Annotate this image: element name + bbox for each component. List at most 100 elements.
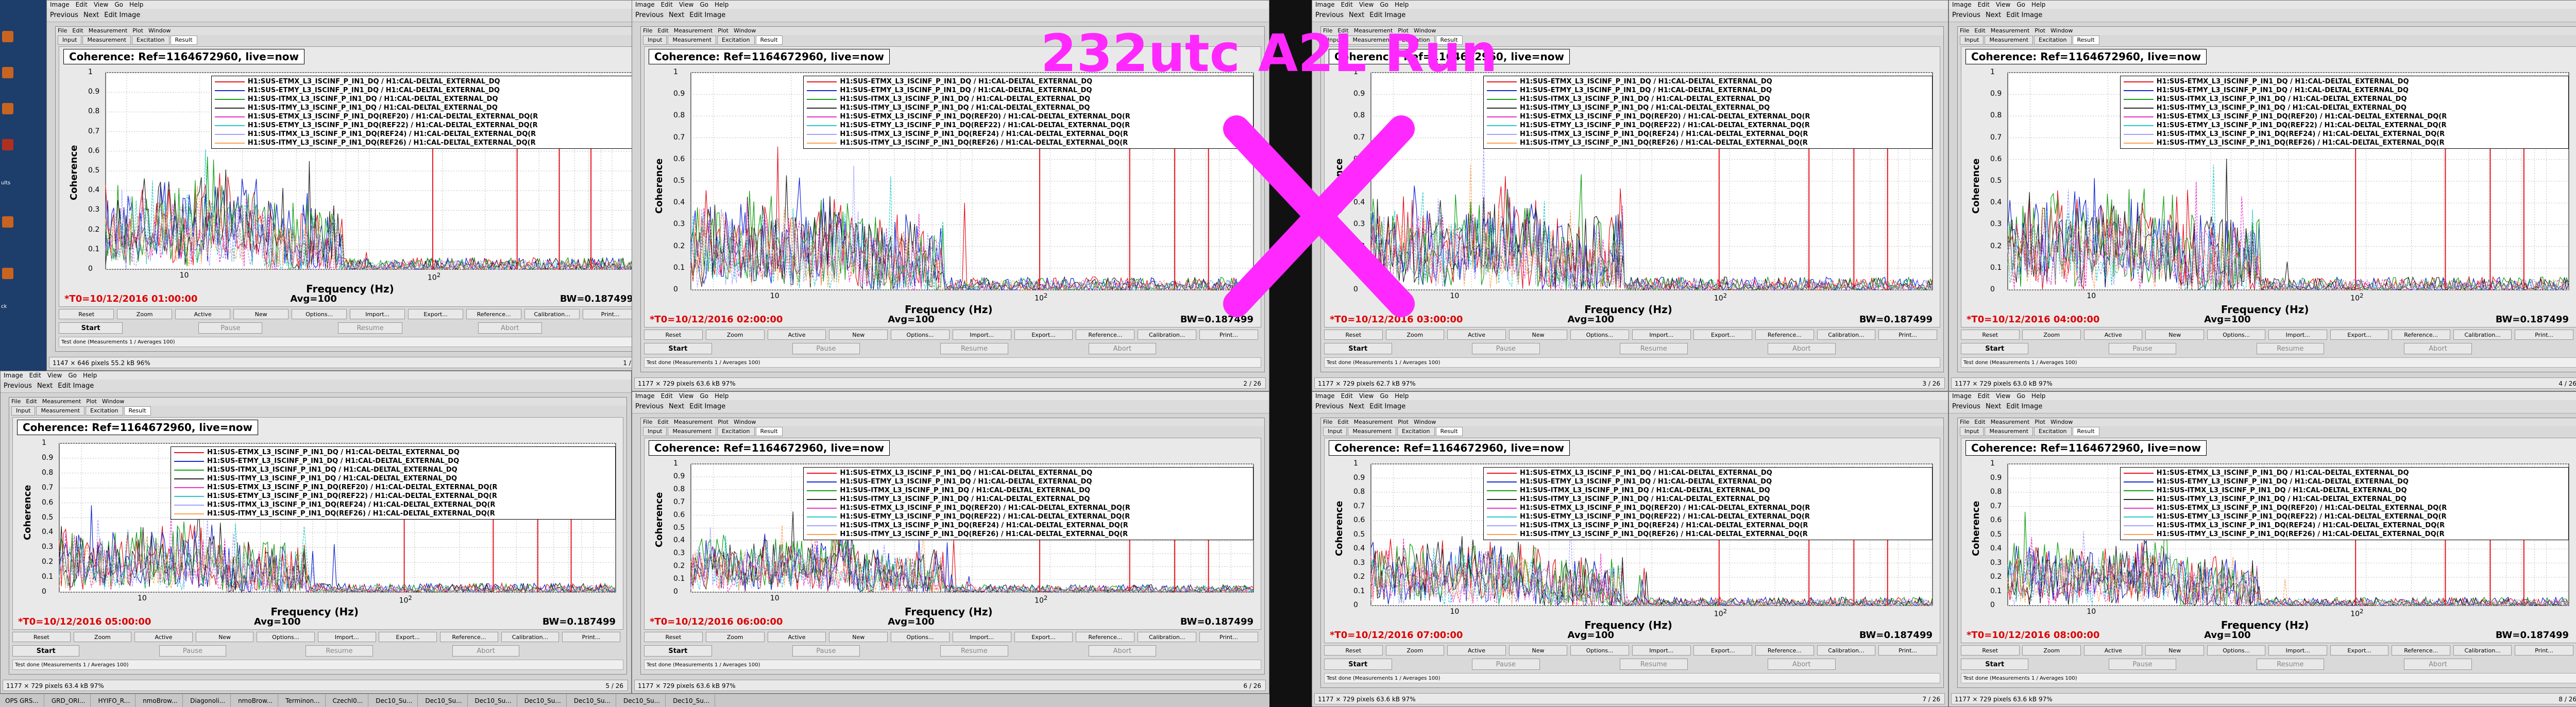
menu-item[interactable]: View [1996, 392, 2010, 400]
folder-icon[interactable] [2, 31, 13, 42]
taskbar-item[interactable]: Terminon... [280, 694, 326, 707]
dtt-menu-item[interactable]: Measurement [674, 419, 713, 425]
tab-excitation[interactable]: Excitation [1397, 427, 1435, 436]
tab-result[interactable]: Result [170, 36, 197, 45]
pause-button[interactable]: Pause [159, 645, 227, 657]
plot-zoom-button[interactable]: Zoom [705, 632, 765, 642]
tab-result[interactable]: Result [1435, 427, 1463, 436]
dtt-menu-item[interactable]: File [1960, 419, 1969, 425]
taskbar-item[interactable]: Czechl0... [328, 694, 369, 707]
pause-button[interactable]: Pause [2108, 659, 2177, 670]
tab-excitation[interactable]: Excitation [132, 36, 170, 45]
plot-print-button[interactable]: Print... [582, 309, 638, 319]
start-button[interactable]: Start [1961, 343, 2029, 354]
abort-button[interactable]: Abort [2404, 343, 2472, 354]
plot-import-button[interactable]: Import... [349, 309, 405, 319]
plot-reset-button[interactable]: Reset [1324, 330, 1383, 340]
plot-reset-button[interactable]: Reset [12, 632, 71, 642]
resume-button[interactable]: Resume [306, 645, 373, 657]
previous-button[interactable]: Previous [50, 11, 78, 19]
plot-calibration-button[interactable]: Calibration... [1138, 330, 1197, 340]
folder-icon[interactable] [2, 268, 13, 279]
menu-item[interactable]: Help [1395, 392, 1409, 400]
plot-active-button[interactable]: Active [134, 632, 193, 642]
next-button[interactable]: Next [669, 11, 684, 19]
plot-import-button[interactable]: Import... [952, 330, 1011, 340]
dtt-menu-item[interactable]: File [58, 27, 67, 34]
next-button[interactable]: Next [37, 382, 53, 390]
plot-options-button[interactable]: Options... [891, 330, 950, 340]
plot-print-button[interactable]: Print... [1878, 645, 1937, 656]
plot-active-button[interactable]: Active [1447, 330, 1506, 340]
plot-import-button[interactable]: Import... [952, 632, 1011, 642]
plot-options-button[interactable]: Options... [257, 632, 315, 642]
plot-reference-button[interactable]: Reference... [1076, 330, 1135, 340]
plot-print-button[interactable]: Print... [1199, 632, 1258, 642]
tab-result[interactable]: Result [755, 36, 783, 45]
dtt-menu-item[interactable]: Measurement [1991, 419, 2030, 425]
plot-calibration-button[interactable]: Calibration... [2453, 330, 2512, 340]
dtt-menu-item[interactable]: Plot [718, 419, 728, 425]
plot-reference-button[interactable]: Reference... [466, 309, 522, 319]
dtt-menu-item[interactable]: File [1323, 419, 1332, 425]
menu-item[interactable]: Go [1380, 1, 1388, 8]
menu-item[interactable]: Edit [1978, 1, 1990, 8]
menu-item[interactable]: View [94, 1, 108, 8]
plot-import-button[interactable]: Import... [1632, 330, 1691, 340]
plot-export-button[interactable]: Export... [1014, 330, 1073, 340]
plot-reference-button[interactable]: Reference... [1076, 632, 1135, 642]
plot-calibration-button[interactable]: Calibration... [1138, 632, 1197, 642]
previous-button[interactable]: Previous [1315, 11, 1344, 19]
folder-icon[interactable] [2, 216, 13, 228]
plot-options-button[interactable]: Options... [1570, 645, 1629, 656]
plot-reference-button[interactable]: Reference... [440, 632, 498, 642]
tab-result[interactable]: Result [755, 427, 783, 436]
edit-image-button[interactable]: Edit Image [689, 11, 725, 19]
abort-button[interactable]: Abort [2404, 659, 2472, 670]
next-button[interactable]: Next [1349, 403, 1364, 410]
abort-button[interactable]: Abort [1088, 343, 1157, 354]
previous-button[interactable]: Previous [4, 382, 32, 390]
abort-button[interactable]: Abort [1768, 659, 1836, 670]
plot-reset-button[interactable]: Reset [59, 309, 114, 319]
menu-item[interactable]: Help [2031, 1, 2045, 8]
dtt-menu-item[interactable]: Window [2050, 27, 2073, 34]
menu-item[interactable]: Go [114, 1, 123, 8]
edit-image-button[interactable]: Edit Image [58, 382, 94, 390]
plot-export-button[interactable]: Export... [1014, 632, 1073, 642]
folder-icon[interactable] [2, 67, 13, 78]
plot-new-button[interactable]: New [233, 309, 289, 319]
tab-input[interactable]: Input [643, 427, 667, 436]
plot-zoom-button[interactable]: Zoom [73, 632, 132, 642]
pause-button[interactable]: Pause [2108, 343, 2177, 354]
pause-button[interactable]: Pause [792, 343, 860, 354]
menu-item[interactable]: View [679, 1, 693, 8]
tab-excitation[interactable]: Excitation [717, 36, 755, 45]
tab-excitation[interactable]: Excitation [86, 406, 123, 416]
plot-import-button[interactable]: Import... [1632, 645, 1691, 656]
plot-active-button[interactable]: Active [2083, 330, 2143, 340]
edit-image-button[interactable]: Edit Image [1369, 403, 1405, 410]
dtt-menu-item[interactable]: Measurement [89, 27, 128, 34]
plot-export-button[interactable]: Export... [2330, 330, 2389, 340]
pause-button[interactable]: Pause [1472, 659, 1540, 670]
plot-zoom-button[interactable]: Zoom [116, 309, 173, 319]
dtt-menu-item[interactable]: Window [1414, 419, 1436, 425]
menu-item[interactable]: View [1359, 1, 1374, 8]
menu-item[interactable]: Image [1315, 392, 1335, 400]
dtt-menu-item[interactable]: Edit [657, 27, 668, 34]
menu-item[interactable]: View [1359, 392, 1374, 400]
tab-measurement[interactable]: Measurement [1348, 427, 1397, 436]
taskbar-item[interactable]: Dec10_Su... [569, 694, 616, 707]
plot-import-button[interactable]: Import... [317, 632, 376, 642]
plot-new-button[interactable]: New [829, 330, 888, 340]
menu-item[interactable]: Go [68, 372, 77, 379]
plot-export-button[interactable]: Export... [2330, 645, 2389, 656]
tab-result[interactable]: Result [2072, 36, 2099, 45]
dtt-menu-item[interactable]: Measurement [42, 398, 81, 405]
plot-print-button[interactable]: Print... [2515, 645, 2573, 656]
tab-input[interactable]: Input [1323, 427, 1347, 436]
plot-new-button[interactable]: New [829, 632, 888, 642]
tab-input[interactable]: Input [1960, 427, 1984, 436]
plot-zoom-button[interactable]: Zoom [705, 330, 765, 340]
